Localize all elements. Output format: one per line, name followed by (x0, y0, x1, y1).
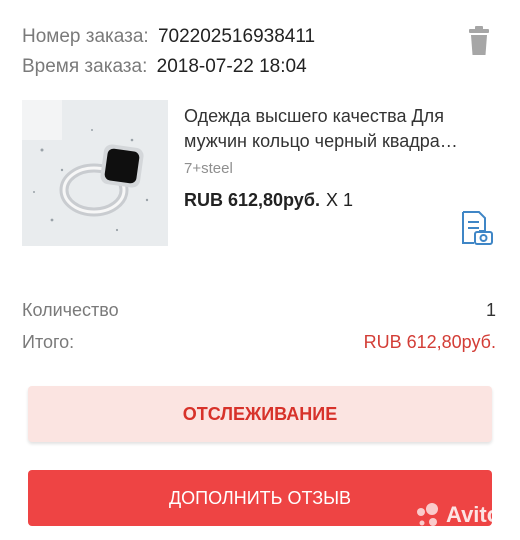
product-price: RUB 612,80руб. (184, 190, 320, 210)
product-title-line-1: Одежда высшего качества Для (184, 106, 444, 126)
product-card[interactable]: Одежда высшего качества Для мужчин кольц… (22, 100, 502, 248)
order-time-value: 2018-07-22 18:04 (156, 56, 307, 77)
receipt-camera-icon[interactable] (460, 210, 494, 246)
avito-watermark: Avito (412, 498, 500, 532)
avito-watermark-text: Avito (446, 502, 501, 527)
trash-icon[interactable] (466, 26, 492, 56)
ring-product-image[interactable] (22, 100, 168, 246)
summary-quantity-value: 1 (485, 300, 496, 320)
order-number-row: Номер заказа: 702202516938411 (22, 22, 498, 52)
product-title[interactable]: Одежда высшего качества Для мужчин кольц… (184, 104, 502, 154)
summary-quantity-row: Количество 1 (22, 294, 498, 326)
summary-total-value: RUB 612,80руб. (363, 332, 496, 352)
product-variant: 7+steel (184, 160, 233, 177)
order-summary: Количество 1 Итого: RUB 612,80руб. (22, 294, 498, 358)
summary-total-label: Итого: (22, 332, 75, 352)
summary-total-row: Итого: RUB 612,80руб. (22, 326, 498, 358)
order-number-label: Номер заказа: (22, 26, 149, 47)
avito-logo-icon (417, 503, 438, 526)
product-quantity: X 1 (325, 190, 353, 210)
product-title-line-2: мужчин кольцо черный квадра… (184, 131, 458, 151)
track-order-button[interactable]: ОТСЛЕЖИВАНИЕ (28, 386, 492, 442)
order-number-value: 702202516938411 (157, 26, 316, 47)
order-header: Номер заказа: 702202516938411 Время зака… (22, 22, 498, 92)
order-time-label: Время заказа: (22, 56, 148, 77)
product-price-line: RUB 612,80руб. X 1 (184, 190, 353, 211)
order-time-row: Время заказа: 2018-07-22 18:04 (22, 52, 498, 82)
summary-quantity-label: Количество (22, 300, 119, 320)
